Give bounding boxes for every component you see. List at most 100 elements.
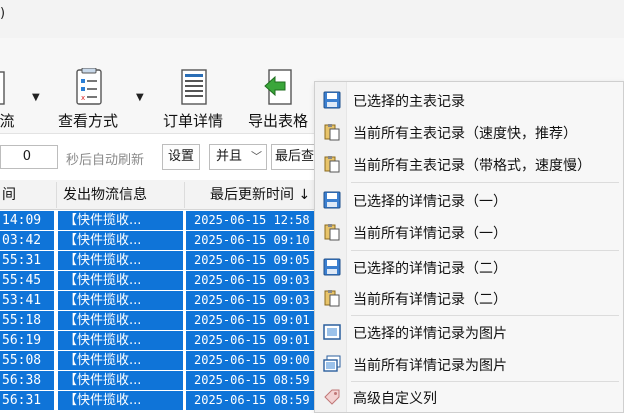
table-header: 间 发出物流信息 最后更新时间 ↓ [0, 180, 330, 210]
settings-button[interactable]: 设置 [162, 144, 200, 170]
clipboard-icon [323, 223, 341, 241]
table-row[interactable]: 03:42 【快件揽收... 2025-06-15 09:10 [0, 231, 330, 251]
menu-item-selected-details-as-image[interactable]: 已选择的详情记录为图片 [315, 316, 623, 348]
table-row[interactable]: 55:45 【快件揽收... 2025-06-15 09:03 [0, 271, 330, 291]
cell-last-updated: 2025-06-15 09:03 [186, 271, 330, 290]
cell-last-updated: 2025-06-15 09:00 [186, 351, 330, 370]
toolbar-export-table-button[interactable]: 导出表格 [248, 68, 308, 132]
cell-logistics-info: 【快件揽收... [58, 371, 183, 390]
image-frame-icon [323, 323, 341, 341]
column-divider[interactable] [184, 182, 185, 208]
chevron-down-icon[interactable]: ▼ [136, 92, 144, 103]
cell-time: 53:41 [0, 291, 54, 310]
toolbar-flow-button[interactable]: 流 [0, 68, 24, 132]
menu-item-all-master-records-formatted[interactable]: 当前所有主表记录（带格式，速度慢） [315, 148, 623, 180]
menu-separator [351, 182, 619, 183]
export-table-icon [261, 68, 295, 108]
flow-icon [0, 68, 24, 108]
menu-item-all-detail-records-2[interactable]: 当前所有详情记录（二） [315, 282, 623, 314]
view-mode-icon: x [71, 67, 105, 108]
clipboard-icon [323, 123, 341, 141]
logic-select[interactable]: 并且 ﹀ [209, 144, 267, 170]
column-divider[interactable] [56, 182, 57, 208]
table-row[interactable]: 56:31 【快件揽收... 2025-06-15 08:59 [0, 391, 330, 411]
cell-logistics-info: 【快件揽收... [58, 251, 183, 270]
table-row[interactable]: 55:18 【快件揽收... 2025-06-15 09:01 [0, 311, 330, 331]
menu-item-all-master-records-fast[interactable]: 当前所有主表记录（速度快，推荐） [315, 116, 623, 148]
menu-item-selected-detail-records-2[interactable]: 已选择的详情记录（二） [315, 251, 623, 283]
cell-logistics-info: 【快件揽收... [58, 291, 183, 310]
cell-time: 56:31 [0, 391, 54, 410]
menu-item-label: 已选择的主表记录 [353, 94, 465, 110]
image-stack-icon [323, 355, 341, 373]
menu-item-label: 当前所有主表记录（带格式，速度慢） [353, 158, 591, 174]
cell-last-updated: 2025-06-15 09:01 [186, 311, 330, 330]
cell-last-updated: 2025-06-15 09:03 [186, 291, 330, 310]
column-header-logistics-info[interactable]: 发出物流信息 [63, 180, 147, 210]
table-row[interactable]: 56:19 【快件揽收... 2025-06-15 09:01 [0, 331, 330, 351]
svg-text:x: x [81, 94, 85, 102]
chevron-down-icon: ﹀ [251, 150, 262, 163]
export-context-menu: 已选择的主表记录 当前所有主表记录（速度快，推荐） 当前所有主表记录（带格式，速… [314, 81, 624, 413]
menu-item-label: 当前所有主表记录（速度快，推荐） [353, 126, 577, 142]
cell-logistics-info: 【快件揽收... [58, 331, 183, 350]
menu-item-label: 当前所有详情记录（一） [353, 226, 507, 242]
menu-item-label: 已选择的详情记录为图片 [353, 326, 507, 342]
table-row[interactable]: 56:38 【快件揽收... 2025-06-15 08:59 [0, 371, 330, 391]
save-disk-icon [323, 258, 341, 276]
save-disk-icon [323, 191, 341, 209]
cell-last-updated: 2025-06-15 12:58 [186, 211, 330, 230]
cell-time: 55:18 [0, 311, 54, 330]
table-row[interactable]: 14:09 【快件揽收... 2025-06-15 12:58 [0, 211, 330, 231]
toolbar-view-mode-button[interactable]: x 查看方式 [58, 67, 119, 132]
toolbar-flow-label: 流 [0, 112, 15, 130]
cell-time: 56:19 [0, 331, 54, 350]
order-details-icon [176, 68, 210, 108]
toolbar-view-mode-label: 查看方式 [58, 112, 119, 130]
logic-select-value: 并且 [216, 149, 243, 164]
title-strip: ) [0, 0, 624, 38]
cell-last-updated: 2025-06-15 08:59 [186, 371, 330, 390]
save-disk-icon [323, 91, 341, 109]
menu-item-selected-detail-records-1[interactable]: 已选择的详情记录（一） [315, 184, 623, 216]
cell-last-updated: 2025-06-15 09:10 [186, 231, 330, 250]
cell-time: 56:38 [0, 371, 54, 390]
cell-time: 55:45 [0, 271, 54, 290]
auto-refresh-label: 秒后自动刷新 [66, 153, 145, 168]
cell-time: 03:42 [0, 231, 54, 250]
cell-logistics-info: 【快件揽收... [58, 311, 183, 330]
cell-logistics-info: 【快件揽收... [58, 231, 183, 250]
cell-logistics-info: 【快件揽收... [58, 211, 183, 230]
menu-item-label: 当前所有详情记录为图片 [353, 358, 507, 374]
cell-last-updated: 2025-06-15 09:01 [186, 331, 330, 350]
cell-time: 14:09 [0, 211, 54, 230]
cell-last-updated: 2025-06-15 09:05 [186, 251, 330, 270]
cell-time: 55:08 [0, 351, 54, 370]
toolbar-order-details-label: 订单详情 [163, 112, 224, 130]
menu-item-label: 已选择的详情记录（二） [353, 261, 507, 277]
cell-last-updated: 2025-06-15 08:59 [186, 391, 330, 410]
table-row[interactable]: 53:41 【快件揽收... 2025-06-15 09:03 [0, 291, 330, 311]
refresh-seconds-input[interactable]: 0 [0, 145, 58, 169]
cell-logistics-info: 【快件揽收... [58, 271, 183, 290]
cell-logistics-info: 【快件揽收... [58, 351, 183, 370]
clipboard-icon [323, 155, 341, 173]
column-header-last-updated[interactable]: 最后更新时间 ↓ [210, 180, 310, 210]
menu-item-selected-master-records[interactable]: 已选择的主表记录 [315, 84, 623, 116]
results-table: 间 发出物流信息 最后更新时间 ↓ 14:09 【快件揽收... 2025-06… [0, 180, 330, 413]
menu-item-all-details-as-image[interactable]: 当前所有详情记录为图片 [315, 348, 623, 380]
menu-item-label: 已选择的详情记录（一） [353, 194, 507, 210]
cell-logistics-info: 【快件揽收... [58, 391, 183, 410]
menu-item-label: 高级自定义列 [353, 391, 437, 407]
chevron-down-icon[interactable]: ▼ [32, 92, 40, 103]
table-row[interactable]: 55:31 【快件揽收... 2025-06-15 09:05 [0, 251, 330, 271]
tag-icon [323, 388, 341, 406]
cell-time: 55:31 [0, 251, 54, 270]
toolbar-order-details-button[interactable]: 订单详情 [163, 68, 223, 132]
menu-item-advanced-custom-columns[interactable]: 高级自定义列 [315, 381, 623, 413]
menu-item-all-detail-records-1[interactable]: 当前所有详情记录（一） [315, 216, 623, 248]
table-row[interactable]: 55:08 【快件揽收... 2025-06-15 09:00 [0, 351, 330, 371]
toolbar-export-table-label: 导出表格 [248, 112, 309, 130]
title-fragment: ) [0, 6, 6, 21]
column-header-time[interactable]: 间 [2, 180, 16, 210]
